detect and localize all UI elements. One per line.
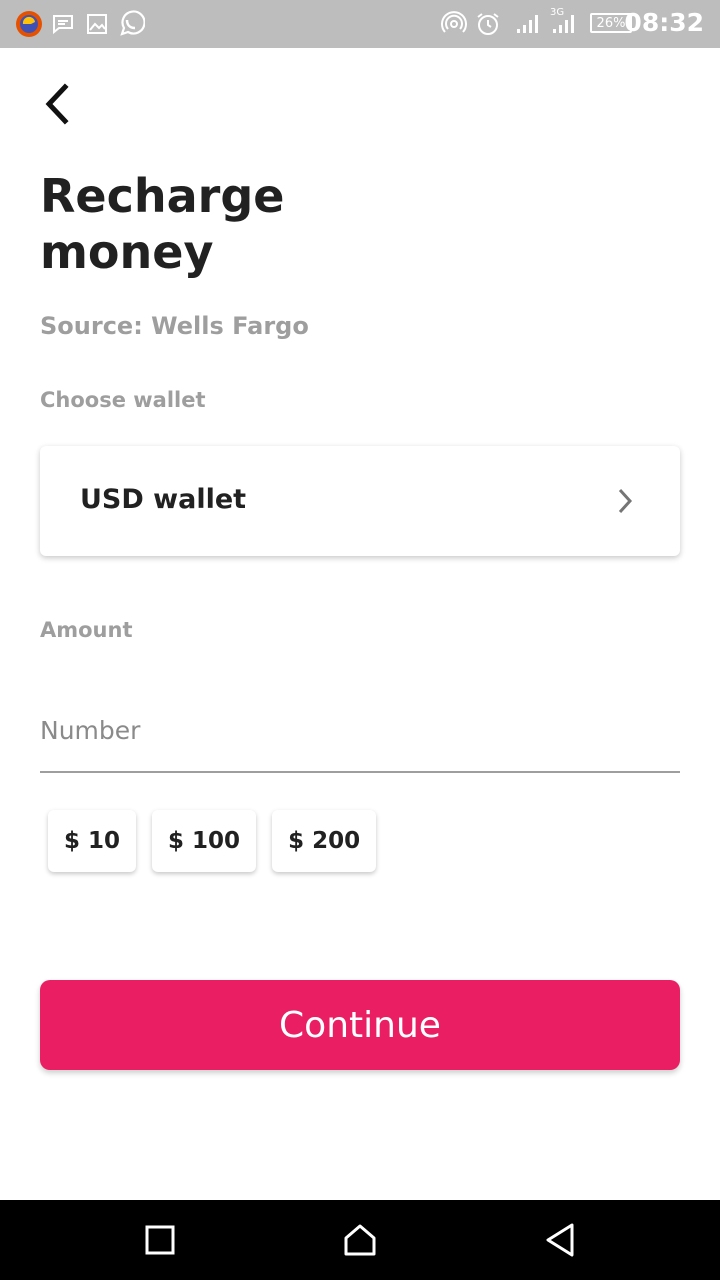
quick-amount-100[interactable]: $ 100 xyxy=(152,810,257,872)
gallery-icon xyxy=(84,10,110,38)
status-bar: 3G 26% 08:32 xyxy=(0,0,720,48)
signal-icon xyxy=(514,10,542,38)
message-icon xyxy=(50,10,76,38)
quick-amount-options: $ 10 $ 100 $ 200 xyxy=(48,810,377,872)
recents-square-icon xyxy=(145,1225,175,1255)
amount-label: Amount xyxy=(40,618,133,642)
browser-icon xyxy=(14,10,44,38)
selected-wallet: USD wallet xyxy=(80,484,247,515)
chevron-right-icon xyxy=(618,488,633,514)
navigation-bar xyxy=(0,1200,720,1280)
choose-wallet-label: Choose wallet xyxy=(40,388,206,412)
back-button[interactable] xyxy=(34,80,82,128)
source-label: Source: Wells Fargo xyxy=(40,312,309,340)
continue-button[interactable]: Continue xyxy=(40,980,680,1070)
signal-3g-icon xyxy=(550,10,578,38)
chevron-left-icon xyxy=(45,83,69,125)
alarm-icon xyxy=(474,10,502,38)
amount-input[interactable] xyxy=(40,690,680,773)
wallet-selector[interactable]: USD wallet xyxy=(40,446,680,556)
quick-amount-200[interactable]: $ 200 xyxy=(272,810,377,872)
recents-button[interactable] xyxy=(140,1220,180,1260)
back-triangle-icon xyxy=(546,1223,574,1257)
quick-amount-10[interactable]: $ 10 xyxy=(48,810,137,872)
back-nav-button[interactable] xyxy=(540,1220,580,1260)
status-time: 08:32 xyxy=(624,8,704,37)
whatsapp-icon xyxy=(116,10,146,38)
hotspot-icon xyxy=(440,10,468,38)
page-title: Recharge money xyxy=(40,169,285,279)
home-icon xyxy=(344,1224,376,1256)
home-button[interactable] xyxy=(340,1220,380,1260)
